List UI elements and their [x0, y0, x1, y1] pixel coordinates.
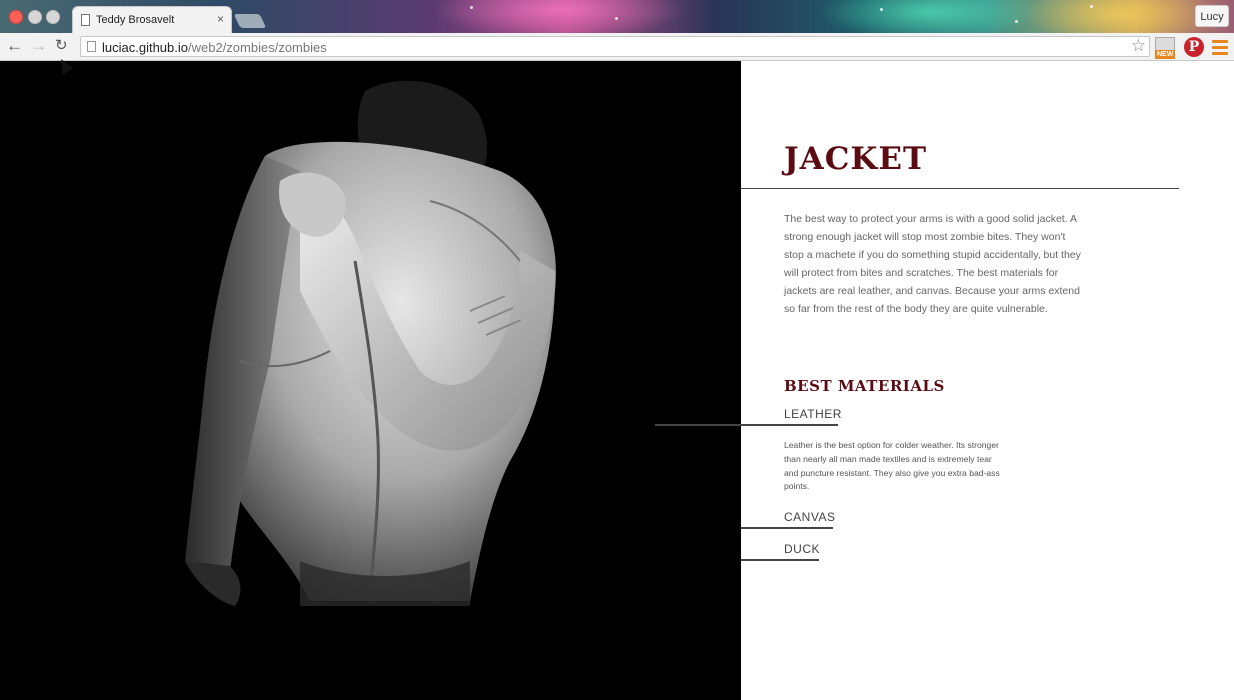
background-star [880, 8, 883, 11]
page-icon [81, 14, 90, 26]
material-tab-canvas[interactable]: CANVAS [784, 510, 835, 524]
background-star [1015, 20, 1018, 23]
page-icon [87, 41, 96, 52]
reload-icon[interactable]: ↻ [55, 36, 68, 56]
jacket-illustration [185, 80, 556, 606]
browser-titlebar: Teddy Brosavelt × Lucy [0, 0, 1234, 33]
forward-arrow-icon[interactable]: → [30, 36, 47, 56]
pinterest-icon[interactable]: P [1184, 37, 1204, 57]
page-title: JACKET [784, 141, 928, 177]
url-host: luciac.github.io [102, 40, 188, 55]
tab-title: Teddy Brosavelt [96, 14, 175, 26]
material-underline-duck [741, 559, 819, 561]
tab-close-icon[interactable]: × [217, 12, 224, 26]
background-star [615, 17, 618, 20]
web-page: JACKET The best way to protect your arms… [0, 61, 1234, 700]
url-text[interactable]: luciac.github.io/web2/zombies/zombies [102, 40, 327, 55]
profile-button[interactable]: Lucy [1195, 5, 1229, 27]
window-close-button[interactable] [9, 10, 23, 24]
back-arrow-icon[interactable]: ← [6, 36, 23, 56]
jacket-description: The best way to protect your arms is wit… [784, 213, 1081, 315]
window-maximize-button[interactable] [46, 10, 60, 24]
browser-toolbar: ← → ↻ luciac.github.io/web2/zombies/zomb… [0, 33, 1234, 61]
material-underline-canvas [741, 527, 833, 529]
url-path: /web2/zombies/zombies [188, 40, 327, 55]
material-underline-leather [655, 424, 838, 426]
window-minimize-button[interactable] [28, 10, 42, 24]
address-bar[interactable]: luciac.github.io/web2/zombies/zombies ☆ [80, 36, 1150, 57]
material-tab-leather[interactable]: LEATHER [784, 407, 842, 421]
material-tab-duck[interactable]: DUCK [784, 542, 820, 556]
background-star [470, 6, 473, 9]
new-tab-button[interactable] [233, 14, 267, 28]
content-panel: JACKET The best way to protect your arms… [655, 61, 1234, 700]
bookmark-star-icon[interactable]: ☆ [1131, 36, 1146, 56]
leather-description: Leather is the best option for colder we… [784, 440, 1000, 492]
menu-icon[interactable] [1212, 37, 1228, 57]
title-divider [741, 188, 1179, 189]
hero-jacket-image [0, 61, 741, 700]
new-extension-icon[interactable]: NEW [1155, 37, 1176, 59]
best-materials-heading: BEST MATERIALS [784, 377, 945, 395]
browser-tab[interactable]: Teddy Brosavelt × [72, 6, 232, 33]
background-star [1090, 5, 1093, 8]
new-badge: NEW [1155, 50, 1176, 59]
